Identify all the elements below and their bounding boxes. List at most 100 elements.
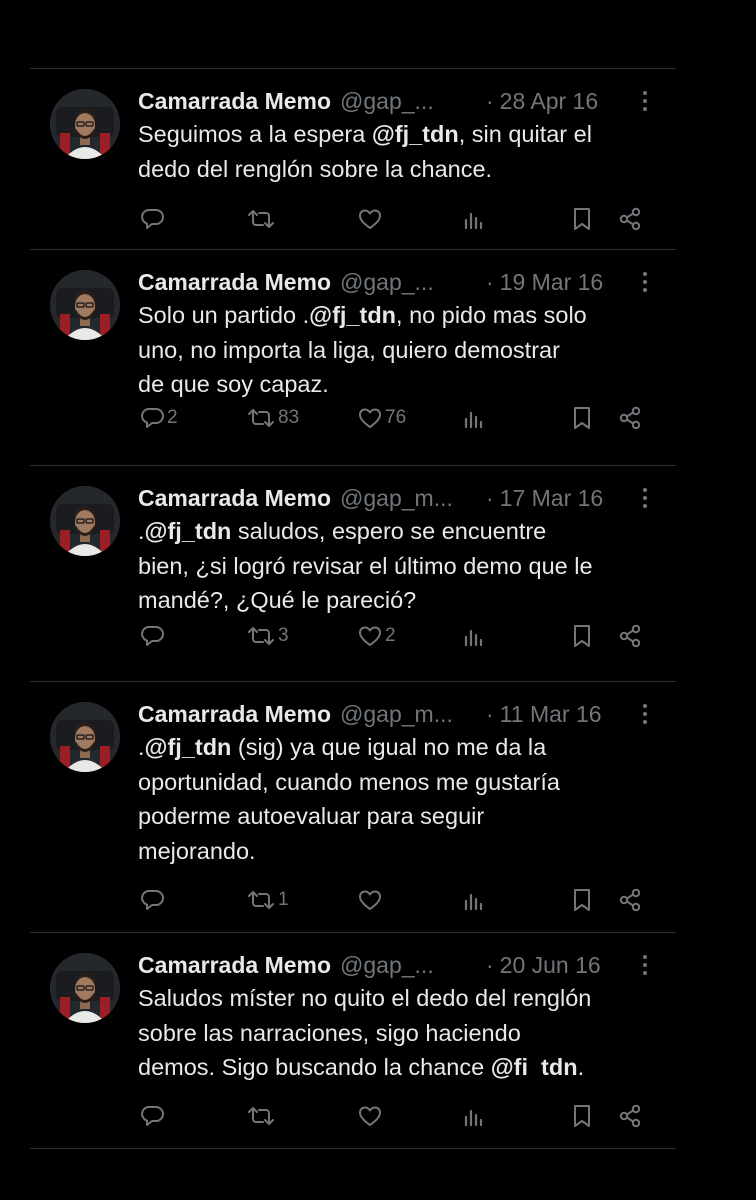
author-handle[interactable]: @gap_...: [340, 952, 434, 979]
author-handle[interactable]: @gap_m...: [340, 701, 453, 728]
retweet-button[interactable]: 1: [244, 885, 289, 915]
more-options-icon[interactable]: [635, 85, 655, 117]
tweet-header: Camarrada Memo @gap_... · 19 Mar 16: [138, 266, 658, 298]
like-button[interactable]: 2: [355, 621, 396, 651]
mention-link[interactable]: @fj_tdn: [145, 734, 232, 760]
share-button[interactable]: [615, 621, 643, 651]
date-value[interactable]: 19 Mar 16: [500, 269, 604, 295]
like-button[interactable]: [355, 885, 383, 915]
date-value[interactable]: 28 Apr 16: [500, 88, 598, 114]
tweet-date[interactable]: · 17 Mar 16: [486, 485, 603, 512]
reply-count: 2: [167, 407, 178, 428]
divider: [30, 1148, 676, 1149]
more-options-icon[interactable]: [635, 482, 655, 514]
reply-button[interactable]: [137, 885, 165, 915]
retweet-count: 1: [278, 889, 289, 910]
reply-button[interactable]: [137, 204, 165, 234]
reply-button[interactable]: [137, 1101, 165, 1131]
tweet[interactable]: Camarrada Memo @gap_... · 20 Jun 16 Saludos …: [30, 933, 676, 1148]
reply-icon: [139, 206, 165, 232]
tweet[interactable]: Camarrada Memo @gap_m... · 17 Mar 16 .@fj_td…: [30, 466, 676, 681]
views-button[interactable]: [460, 403, 486, 433]
heart-icon: [357, 405, 383, 431]
tweet-date[interactable]: · 11 Mar 16: [486, 701, 602, 728]
retweet-button[interactable]: [244, 204, 276, 234]
tweet-feed: Camarrada Memo @gap_... · 28 Apr 16 Seguimos…: [30, 68, 676, 1149]
mention-link[interactable]: @fj_tdn: [372, 121, 459, 147]
views-button[interactable]: [460, 621, 486, 651]
tweet-date[interactable]: · 20 Jun 16: [486, 952, 601, 979]
views-chart-icon: [462, 623, 486, 649]
author-handle[interactable]: @gap_m...: [340, 485, 453, 512]
more-options-icon[interactable]: [635, 949, 655, 981]
tweet[interactable]: Camarrada Memo @gap_... · 19 Mar 16 Solo un …: [30, 250, 676, 465]
tweet-header: Camarrada Memo @gap_m... · 11 Mar 16: [138, 698, 658, 730]
separator-dot: ·: [486, 951, 494, 978]
like-button[interactable]: [355, 1101, 383, 1131]
date-value[interactable]: 11 Mar 16: [500, 701, 602, 727]
like-button[interactable]: 76: [355, 403, 406, 433]
like-button[interactable]: [355, 204, 383, 234]
share-button[interactable]: [615, 204, 643, 234]
retweet-count: 83: [278, 407, 300, 428]
tweet-header: Camarrada Memo @gap_... · 20 Jun 16: [138, 949, 658, 981]
separator-dot: ·: [486, 700, 494, 727]
tweet-text: .@fj_tdn saludos, espero se encuentre bi…: [138, 514, 658, 618]
avatar[interactable]: [50, 953, 120, 1023]
share-button[interactable]: [615, 1101, 643, 1131]
retweet-button[interactable]: 83: [244, 403, 299, 433]
bookmark-button[interactable]: [568, 403, 594, 433]
bookmark-button[interactable]: [568, 885, 594, 915]
bookmark-icon: [570, 206, 594, 232]
mention-link[interactable]: @fj_tdn: [145, 518, 232, 544]
views-button[interactable]: [460, 885, 486, 915]
author-name[interactable]: Camarrada Memo: [138, 701, 331, 728]
tweet-text: Solo un partido .@fj_tdn, no pido mas so…: [138, 298, 658, 402]
tweet[interactable]: Camarrada Memo @gap_... · 28 Apr 16 Seguimos…: [30, 69, 676, 249]
retweet-button[interactable]: 3: [244, 621, 289, 651]
date-value[interactable]: 17 Mar 16: [500, 485, 604, 511]
more-options-icon[interactable]: [635, 266, 655, 298]
bookmark-button[interactable]: [568, 621, 594, 651]
action-bar: 1: [30, 885, 676, 915]
retweet-icon: [246, 206, 276, 232]
views-button[interactable]: [460, 204, 486, 234]
mention-link[interactable]: @fj_tdn: [309, 302, 396, 328]
heart-icon: [357, 887, 383, 913]
share-icon: [617, 1103, 643, 1129]
reply-button[interactable]: 2: [137, 403, 178, 433]
bookmark-icon: [570, 623, 594, 649]
tweet[interactable]: Camarrada Memo @gap_m... · 11 Mar 16 .@fj_td…: [30, 682, 676, 932]
date-value[interactable]: 20 Jun 16: [500, 952, 601, 978]
share-button[interactable]: [615, 403, 643, 433]
reply-button[interactable]: [137, 621, 165, 651]
share-icon: [617, 623, 643, 649]
more-options-icon[interactable]: [635, 698, 655, 730]
avatar[interactable]: [50, 89, 120, 159]
bookmark-button[interactable]: [568, 204, 594, 234]
author-name[interactable]: Camarrada Memo: [138, 485, 331, 512]
retweet-button[interactable]: [244, 1101, 276, 1131]
tweet-date[interactable]: · 28 Apr 16: [486, 88, 598, 115]
author-handle[interactable]: @gap_...: [340, 88, 434, 115]
author-name[interactable]: Camarrada Memo: [138, 952, 331, 979]
avatar[interactable]: [50, 270, 120, 340]
share-button[interactable]: [615, 885, 643, 915]
heart-icon: [357, 206, 383, 232]
views-button[interactable]: [460, 1101, 486, 1131]
action-bar: 2 83 76: [30, 403, 676, 433]
tweet-date[interactable]: · 19 Mar 16: [486, 269, 603, 296]
author-name[interactable]: Camarrada Memo: [138, 88, 331, 115]
tweet-text: .@fj_tdn (sig) ya que igual no me da la …: [138, 730, 658, 868]
mention-link[interactable]: @fi tdn: [491, 1054, 578, 1080]
author-name[interactable]: Camarrada Memo: [138, 269, 331, 296]
author-handle[interactable]: @gap_...: [340, 269, 434, 296]
retweet-icon: [246, 405, 276, 431]
avatar[interactable]: [50, 702, 120, 772]
separator-dot: ·: [486, 268, 494, 295]
bookmark-icon: [570, 405, 594, 431]
retweet-icon: [246, 623, 276, 649]
bookmark-button[interactable]: [568, 1101, 594, 1131]
share-icon: [617, 206, 643, 232]
avatar[interactable]: [50, 486, 120, 556]
